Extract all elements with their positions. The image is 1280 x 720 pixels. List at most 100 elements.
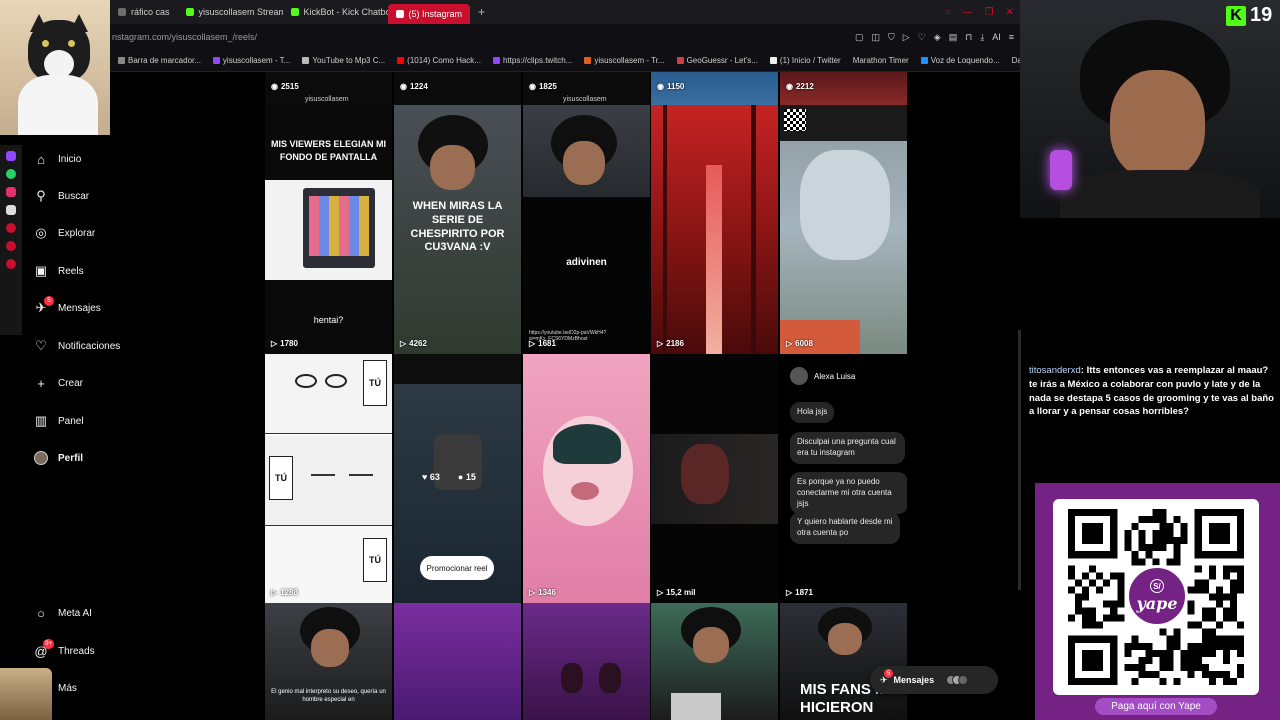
reel-tile[interactable]: Alexa Luisa Hola jsjs Disculpai una preg…	[780, 354, 907, 603]
bookmark-item[interactable]: Barra de marcador...	[118, 56, 201, 65]
reel-tile[interactable]: ▷ 1346	[523, 354, 650, 603]
bookmark-item[interactable]: yisuscollasem - T...	[212, 56, 290, 65]
sidebar-item-panel[interactable]: ▥ Panel	[34, 413, 84, 428]
x-icon	[769, 57, 777, 64]
reel-tile[interactable]: El genio mal interpreto su deseo, quería…	[265, 603, 392, 720]
sidebar-item-reels[interactable]: ▣ Reels	[34, 263, 84, 278]
browser-tab[interactable]: yisuscollasem Stream - W	[178, 0, 283, 24]
twitch-icon[interactable]	[6, 151, 16, 161]
manga-panel: TÚ	[265, 436, 392, 526]
sidebar-item-buscar[interactable]: ⚲ Buscar	[34, 188, 89, 203]
manga-label: TÚ	[363, 360, 387, 406]
reel-tile[interactable]: ▷ 15,2 mil	[651, 354, 778, 603]
whatsapp-icon[interactable]	[6, 169, 16, 179]
browser-tab-active[interactable]: (5) Instagram	[387, 4, 471, 24]
play-icon: ▷	[271, 588, 278, 597]
settings-icon[interactable]	[6, 259, 16, 269]
minimize-icon[interactable]: —	[963, 7, 973, 18]
sidebar-item-perfil[interactable]: Perfil	[34, 451, 83, 465]
instagram-icon[interactable]	[6, 187, 16, 197]
reel-tile[interactable]: TÚ TÚ TÚ ▷ 1288	[265, 354, 392, 603]
messages-pill[interactable]: ✈ 5 Mensajes	[870, 666, 998, 694]
reel-tile[interactable]: adivinen https://youtube.be/D2p-paVWkH4?…	[523, 105, 650, 354]
avatar	[790, 367, 808, 385]
url-text[interactable]: nstagram.com/yisuscollasem_/reels/	[112, 32, 257, 42]
opera-icon[interactable]	[6, 223, 16, 233]
download-icon[interactable]: ⤓	[980, 32, 984, 43]
reel-tile[interactable]: ▷ 2186	[651, 105, 778, 354]
history-icon[interactable]	[6, 241, 16, 251]
sidebar-item-meta-ai[interactable]: ○ Meta AI	[34, 606, 92, 621]
reel-tile[interactable]	[651, 603, 778, 720]
lock-icon[interactable]: ⊓	[965, 32, 972, 43]
sidebar-item-inicio[interactable]: ⌂ Inicio	[34, 152, 81, 167]
reel-tile[interactable]: ◉ 1150	[651, 72, 778, 105]
bookmark-item[interactable]: https://clips.twitch...	[492, 56, 572, 65]
view-count-text: 15,2 mil	[666, 588, 696, 597]
ai-icon[interactable]: AI	[992, 32, 1001, 43]
person-face	[693, 627, 729, 663]
reel-tile[interactable]: WHEN MIRAS LA SERIE DE CHESPIRITO POR CU…	[394, 105, 521, 354]
play-icon: ▷	[400, 339, 407, 348]
reel-tile[interactable]: ◉ 1224	[394, 72, 521, 105]
qr-code: S/yape	[1053, 499, 1259, 695]
reel-tile[interactable]: MIS FANS M HICIERON	[780, 603, 907, 720]
sidebar-item-notificaciones[interactable]: ♡ Notificaciones	[34, 338, 120, 353]
play-icon[interactable]: ▷	[903, 32, 910, 43]
x-icon[interactable]	[6, 205, 16, 215]
search-icon[interactable]: ○	[945, 7, 951, 18]
reel-tile[interactable]: ◉ 1825 yisuscollasem	[523, 72, 650, 105]
browser-tab[interactable]: ráfico cas	[110, 0, 178, 24]
extensions-icon[interactable]: ◈	[934, 32, 941, 43]
view-count: ▷ 2186	[657, 339, 684, 348]
screenshot-icon[interactable]: ◫	[871, 32, 880, 43]
heart-icon: ♥	[422, 472, 428, 482]
reel-tile[interactable]: ▷ 6008	[780, 105, 907, 354]
browser-tab[interactable]: KickBot - Kick Chatbot, Al	[283, 0, 388, 24]
eye-icon: ◉	[400, 82, 407, 91]
bookmark-item[interactable]: (1014) Como Hack...	[397, 56, 481, 65]
bookmark-item[interactable]: Voz de Loquendo...	[920, 56, 1000, 65]
avatar	[958, 675, 969, 685]
maximize-icon[interactable]: ❐	[985, 7, 994, 18]
play-icon: ▷	[786, 588, 793, 597]
sidebar-item-threads[interactable]: @9+ Threads	[34, 639, 95, 659]
bookmark-item[interactable]: GeoGuessr - Let's...	[676, 56, 758, 65]
page-scrollbar[interactable]	[1018, 330, 1021, 590]
comments: ● 15	[458, 472, 476, 482]
bookmark-item[interactable]: Marathon Timer	[853, 56, 909, 65]
reel-tile[interactable]	[523, 603, 650, 720]
view-count-text: 1780	[280, 339, 298, 348]
bookmark-item[interactable]: YouTube to Mp3 C...	[302, 56, 385, 65]
bookmark-item[interactable]: Dandadan, Capítul...	[1012, 56, 1020, 65]
sidebar-item-mensajes[interactable]: ✈ 5 Mensajes	[34, 296, 101, 315]
yape-brand: yape	[1136, 594, 1178, 613]
manga-panel: TÚ	[265, 354, 392, 434]
menu-icon[interactable]: ≡	[1009, 32, 1014, 43]
view-count: ▷ 6008	[786, 339, 813, 348]
bookmark-item[interactable]: (1) Inicio / Twitter	[769, 56, 841, 65]
sidebar-item-label: Threads	[58, 645, 95, 657]
reel-tile[interactable]	[394, 603, 521, 720]
close-icon[interactable]: ✕	[1006, 7, 1014, 18]
bookmark-icon[interactable]: ▢	[855, 32, 864, 43]
reel-caption: adivinen	[566, 257, 607, 268]
promote-reel-button[interactable]: Promocionar reel	[420, 556, 494, 580]
reel-tile[interactable]: ♥ 63 ● 15 Promocionar reel	[394, 354, 521, 603]
sidebar-item-label: Reels	[58, 265, 84, 277]
heart-icon[interactable]: ♡	[918, 32, 926, 43]
bookmark-item[interactable]: yisuscollasem - Tr...	[584, 56, 665, 65]
reel-tile[interactable]: ◉ 2212	[780, 72, 907, 105]
view-count-text: 1825	[538, 82, 557, 91]
shield-icon[interactable]: ⛉	[888, 32, 895, 43]
new-tab-button[interactable]: +	[470, 5, 493, 19]
wallet-icon[interactable]: ▤	[949, 32, 958, 43]
sidebar-item-explorar[interactable]: ◎ Explorar	[34, 225, 95, 240]
reel-tile[interactable]: MIS VIEWERS ELEGIAN MI FONDO DE PANTALLA…	[265, 105, 392, 354]
manga-eye	[349, 466, 373, 476]
tab-label: ráfico cas	[131, 7, 170, 17]
yape-pay-button[interactable]: Paga aquí con Yape	[1095, 698, 1217, 715]
reel-tile[interactable]: ◉ 2515 yisuscollasem	[265, 72, 392, 105]
sidebar-item-crear[interactable]: + Crear	[34, 376, 83, 391]
notification-badge: 5	[44, 296, 54, 306]
